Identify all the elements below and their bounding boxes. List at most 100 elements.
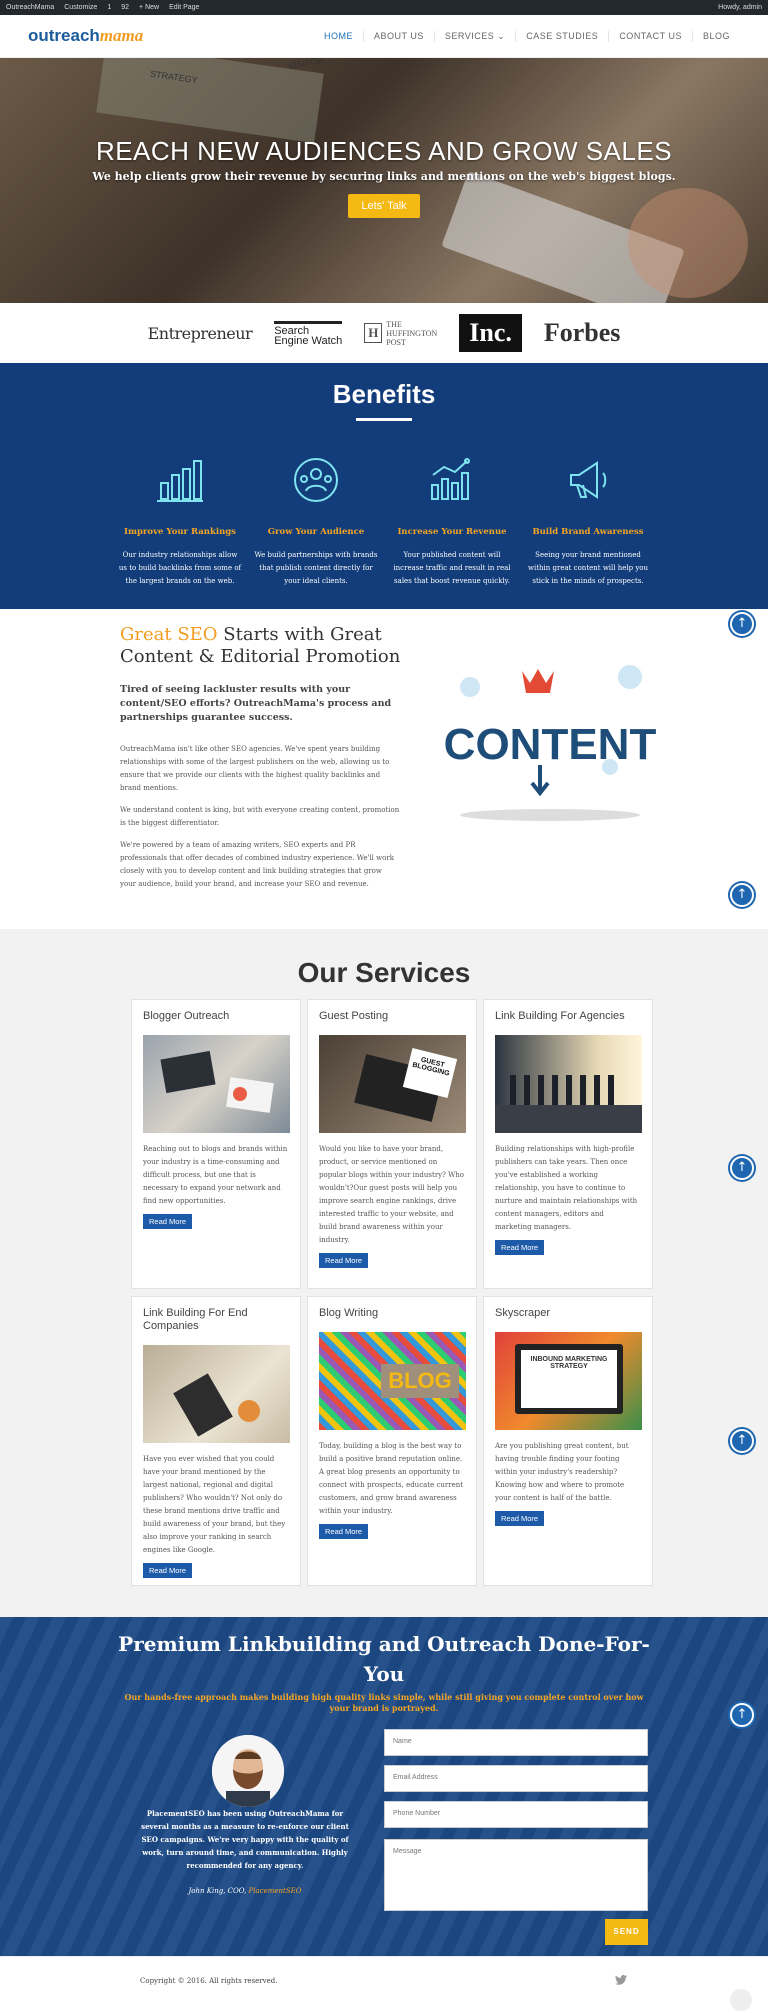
- content-illustration: CONTENT: [440, 647, 660, 827]
- testimonial-text: PlacementSEO has been using OutreachMama…: [141, 1809, 349, 1870]
- huff-line3: POST: [386, 337, 406, 347]
- read-more-button[interactable]: Read More: [495, 1511, 545, 1526]
- service-text: Would you like to have your brand, produ…: [319, 1145, 465, 1244]
- logo-search-engine-watch: Search Engine Watch: [274, 320, 343, 346]
- service-title: Skyscraper: [495, 1307, 551, 1319]
- service-card: Link Building For Agencies Building rela…: [483, 999, 653, 1289]
- seo-title: Great SEO Starts with Great Content & Ed…: [120, 624, 420, 668]
- service-title: Blogger Outreach: [143, 1010, 230, 1022]
- content-word: CONTENT: [444, 720, 657, 769]
- benefit-text: Seeing your brand mentioned within great…: [527, 551, 649, 585]
- admin-bar: OutreachMama Customize 1 92 + New Edit P…: [0, 0, 768, 15]
- service-image: [143, 1035, 290, 1133]
- press-logos: Entrepreneur Search Engine Watch H THE HUFF…: [0, 303, 768, 363]
- testimonial-author: John King, COO, PlacementSEO: [140, 1887, 350, 1895]
- huff-line2: HUFFINGTON: [386, 328, 438, 338]
- chevron-down-icon: ⌄: [497, 30, 506, 41]
- menu-contact[interactable]: CONTACT US: [608, 30, 692, 42]
- admin-site-name[interactable]: OutreachMama: [6, 4, 54, 11]
- benefit-title: Grow Your Audience: [267, 527, 365, 537]
- scroll-top-button[interactable]: ↑: [730, 1156, 754, 1180]
- logo-inc: Inc.: [459, 314, 522, 352]
- send-button[interactable]: SEND: [605, 1919, 648, 1945]
- scroll-top-button[interactable]: ↑: [730, 883, 754, 907]
- service-card: Blog Writing BLOG Today, building a blog…: [307, 1296, 477, 1586]
- logo-huffington-post: H THE HUFFINGTON POST: [364, 320, 437, 347]
- huff-line1: THE: [386, 319, 402, 329]
- service-text: Reaching out to blogs and brands within …: [143, 1145, 288, 1205]
- admin-updates[interactable]: 1: [107, 4, 111, 11]
- admin-customize[interactable]: Customize: [64, 4, 97, 11]
- scroll-top-button[interactable]: ↑: [730, 1703, 754, 1727]
- hero-section: STRATEGY VISITOR REACH NEW AUDIENCES AND…: [0, 58, 768, 303]
- logo-forbes: Forbes: [543, 318, 621, 347]
- scroll-top-button[interactable]: ↑: [730, 612, 754, 636]
- copyright: Copyright © 2016. All rights reserved.: [140, 1977, 278, 1985]
- message-field[interactable]: Message: [384, 1839, 648, 1911]
- cta-section: Premium Linkbuilding and Outreach Done-F…: [0, 1617, 768, 1956]
- email-field[interactable]: Email Address: [384, 1765, 648, 1792]
- menu-services[interactable]: SERVICES ⌄: [433, 30, 515, 42]
- hero-hand: [628, 188, 748, 298]
- avatar: [212, 1735, 284, 1807]
- scroll-top-button-faint[interactable]: [730, 1989, 752, 2011]
- twitter-icon[interactable]: [615, 1975, 627, 1988]
- cta-subtitle: Our hands-free approach makes building h…: [124, 1692, 644, 1713]
- read-more-button[interactable]: Read More: [143, 1563, 193, 1578]
- benefit-item: Grow Your Audience We build partnerships…: [248, 451, 384, 588]
- benefit-text: Our industry relationships allow us to b…: [118, 551, 242, 585]
- megaphone-icon: [526, 451, 650, 509]
- service-text: Have you ever wished that you could have…: [143, 1455, 286, 1554]
- admin-comments[interactable]: 92: [121, 4, 129, 11]
- lets-talk-button[interactable]: Lets' Talk: [348, 194, 420, 218]
- seo-title-highlight: Great SEO: [120, 624, 218, 645]
- scroll-top-button[interactable]: ↑: [730, 1429, 754, 1453]
- menu-services-label: SERVICES: [444, 30, 495, 41]
- hero-subtitle: We help clients grow their revenue by se…: [92, 170, 676, 183]
- service-title: Link Building For End Companies: [143, 1307, 248, 1332]
- benefit-title: Build Brand Awareness: [532, 527, 644, 537]
- seo-paragraph: OutreachMama isn't like other SEO agenci…: [120, 745, 390, 792]
- benefit-title: Improve Your Rankings: [124, 527, 236, 537]
- admin-edit-page[interactable]: Edit Page: [169, 4, 199, 11]
- benefits-divider: [356, 418, 412, 421]
- services-title: Our Services: [297, 957, 471, 988]
- logo-entrepreneur: Entrepreneur: [147, 323, 253, 343]
- service-card: Link Building For End Companies Have you…: [131, 1296, 301, 1586]
- author-name: John King, COO,: [188, 1887, 249, 1895]
- menu-about[interactable]: ABOUT US: [363, 30, 434, 42]
- service-image: INBOUND MARKETING STRATEGY: [495, 1332, 642, 1430]
- service-title: Link Building For Agencies: [495, 1010, 625, 1022]
- benefit-text: We build partnerships with brands that p…: [254, 551, 378, 585]
- menu-blog[interactable]: BLOG: [691, 30, 740, 42]
- menu-home[interactable]: HOME: [314, 31, 363, 42]
- benefits-title: Benefits: [332, 379, 436, 409]
- service-image: [143, 1345, 290, 1443]
- seo-paragraph: We're powered by a team of amazing write…: [120, 841, 394, 888]
- cta-title: Premium Linkbuilding and Outreach Done-F…: [118, 1632, 650, 1686]
- seo-section: Great SEO Starts with Great Content & Ed…: [0, 609, 768, 929]
- service-image: GUEST BLOGGING: [319, 1035, 466, 1133]
- logo-part1: outreach: [28, 26, 100, 45]
- phone-field[interactable]: Phone Number: [384, 1801, 648, 1828]
- blog-word: BLOG: [381, 1364, 459, 1398]
- site-logo[interactable]: outreachmama: [28, 26, 143, 46]
- marketing-sign: INBOUND MARKETING STRATEGY: [521, 1350, 617, 1408]
- read-more-button[interactable]: Read More: [319, 1524, 369, 1539]
- benefit-item: Improve Your Rankings Our industry relat…: [112, 451, 248, 588]
- menu-case-studies[interactable]: CASE STUDIES: [515, 30, 608, 42]
- admin-greeting[interactable]: Howdy, admin: [718, 4, 762, 11]
- benefits-section: Benefits Improve Your Rankings Our indus…: [0, 363, 768, 609]
- author-company-link[interactable]: PlacementSEO: [249, 1887, 302, 1895]
- service-image: [495, 1035, 642, 1133]
- read-more-button[interactable]: Read More: [143, 1214, 193, 1229]
- name-field[interactable]: Name: [384, 1729, 648, 1756]
- read-more-button[interactable]: Read More: [495, 1240, 545, 1255]
- site-footer: Copyright © 2016. All rights reserved.: [0, 1956, 768, 2013]
- read-more-button[interactable]: Read More: [319, 1253, 369, 1268]
- sew-line1: Search: [274, 324, 310, 337]
- admin-new[interactable]: + New: [139, 4, 159, 11]
- service-card: Blogger Outreach Reaching out to blogs a…: [131, 999, 301, 1289]
- service-title: Guest Posting: [319, 1010, 389, 1022]
- audience-icon: [254, 451, 378, 509]
